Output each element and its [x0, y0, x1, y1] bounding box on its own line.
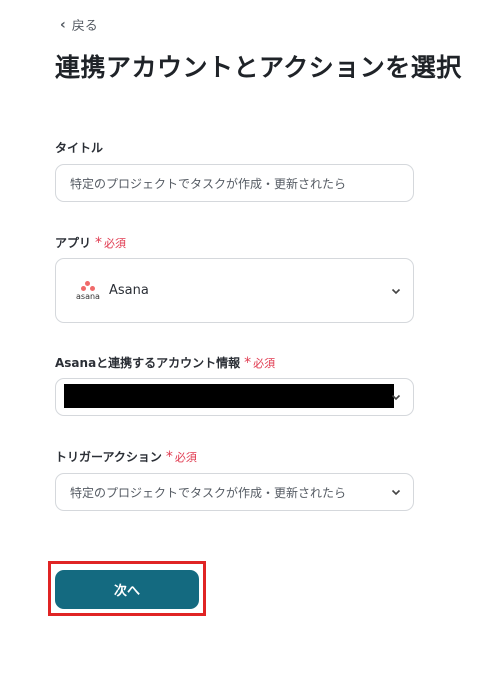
page-title: 連携アカウントとアクションを選択 — [55, 53, 462, 82]
title-input[interactable]: 特定のプロジェクトでタスクが作成・更新されたら — [55, 164, 414, 202]
asana-logo: asana — [76, 280, 100, 301]
redacted-account-value — [64, 384, 394, 408]
required-text: 必須 — [174, 450, 197, 464]
required-badge: * 必須 — [95, 235, 126, 251]
trigger-select[interactable]: 特定のプロジェクトでタスクが作成・更新されたら — [55, 473, 414, 511]
chevron-down-icon — [391, 394, 401, 401]
account-select[interactable] — [55, 378, 414, 416]
app-field-label-text: アプリ — [55, 236, 92, 250]
app-field-label: アプリ * 必須 — [55, 234, 126, 251]
chevron-down-icon — [391, 489, 401, 496]
asana-logo-text: asana — [76, 291, 100, 301]
required-text: 必須 — [104, 236, 127, 250]
asterisk-icon: * — [165, 448, 173, 465]
next-button-label: 次へ — [113, 584, 140, 599]
app-select-value: Asana — [109, 283, 149, 298]
asana-dots-icon — [80, 280, 95, 291]
trigger-field-label-text: トリガーアクション — [55, 450, 162, 464]
chevron-left-icon: ‹ — [60, 16, 66, 33]
asterisk-icon: * — [95, 234, 103, 251]
required-text: 必須 — [253, 356, 276, 370]
trigger-field-label: トリガーアクション * 必須 — [55, 448, 197, 465]
back-label: 戻る — [71, 19, 98, 34]
trigger-select-value: 特定のプロジェクトでタスクが作成・更新されたら — [70, 485, 347, 500]
asterisk-icon: * — [244, 354, 252, 371]
account-field-label-text: Asanaと連携するアカウント情報 — [55, 356, 241, 370]
next-button[interactable]: 次へ — [55, 570, 199, 609]
back-link[interactable]: ‹ 戻る — [60, 15, 98, 35]
account-field-label: Asanaと連携するアカウント情報 * 必須 — [55, 354, 275, 371]
app-select[interactable]: asana Asana — [55, 258, 414, 323]
required-badge: * 必須 — [166, 449, 197, 465]
title-input-value: 特定のプロジェクトでタスクが作成・更新されたら — [70, 176, 347, 191]
chevron-down-icon — [391, 288, 401, 294]
required-badge: * 必須 — [244, 355, 275, 371]
title-field-label-text: タイトル — [55, 141, 104, 155]
title-field-label: タイトル — [55, 139, 103, 156]
